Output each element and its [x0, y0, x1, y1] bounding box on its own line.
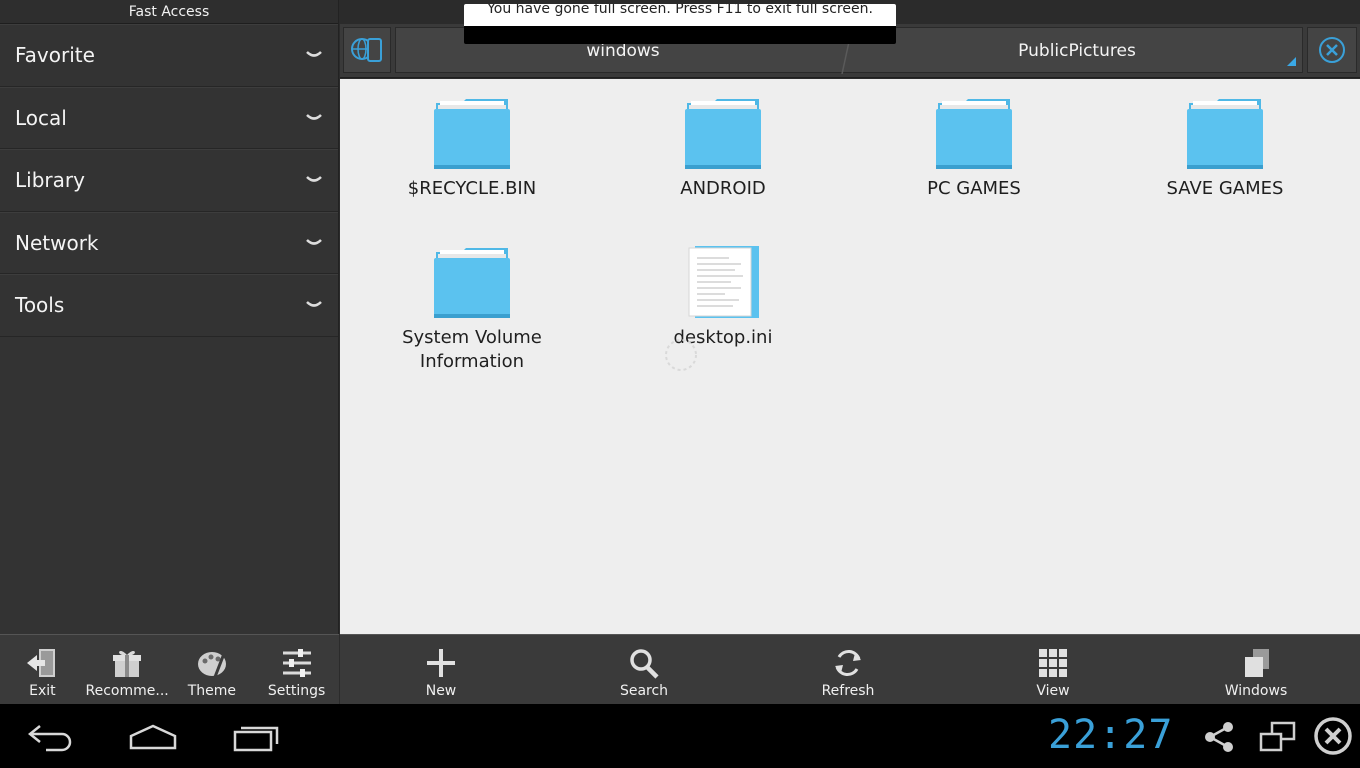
- toolbar-label: View: [1036, 683, 1070, 699]
- fullscreen-notice-text: You have gone full screen. Press F11 to …: [464, 4, 896, 26]
- folder-icon: [434, 248, 510, 318]
- windows-button[interactable]: Windows: [1196, 635, 1316, 705]
- theme-icon: [197, 650, 227, 678]
- document-icon: [688, 246, 759, 318]
- close-tab-button[interactable]: [1307, 27, 1357, 73]
- exit-button[interactable]: Exit: [0, 635, 85, 705]
- sidebar-section-favorite[interactable]: Favorite: [0, 24, 338, 87]
- file-item-save-games[interactable]: SAVE GAMES: [1125, 95, 1325, 201]
- file-name: $RECYCLE.BIN: [407, 178, 537, 199]
- file-name: PC GAMES: [927, 178, 1021, 199]
- file-item-recycle-bin[interactable]: $RECYCLE.BIN: [372, 95, 572, 201]
- refresh-icon: [835, 650, 861, 676]
- sidebar-section-label: Library: [15, 168, 85, 193]
- fullscreen-notice: You have gone full screen. Press F11 to …: [464, 4, 896, 44]
- sidebar-section-library[interactable]: Library: [0, 149, 338, 212]
- close-circle-icon[interactable]: [1313, 716, 1353, 756]
- toolbar-label: Recomme...: [85, 683, 169, 699]
- folder-icon: [434, 99, 510, 169]
- gift-icon: [113, 650, 142, 677]
- file-name: System Volume Information: [402, 327, 542, 372]
- close-circle-icon: [1319, 37, 1345, 63]
- fast-access-sidebar: Fast Access Favorite Local Library Netwo…: [0, 0, 339, 634]
- sidebar-section-label: Favorite: [15, 43, 95, 68]
- chevron-down-icon: [306, 113, 322, 120]
- new-button[interactable]: New: [381, 635, 501, 705]
- folder-icon: [1187, 99, 1263, 169]
- settings-button[interactable]: Settings: [254, 635, 339, 705]
- toolbar-label: New: [425, 683, 457, 699]
- search-button[interactable]: Search: [584, 635, 704, 705]
- folder-icon: [685, 99, 761, 169]
- grid-icon: [1039, 649, 1067, 677]
- file-grid: $RECYCLE.BIN ANDROID PC GAMES SAVE GAMES…: [340, 79, 1360, 634]
- chevron-down-icon: [306, 51, 322, 57]
- theme-button[interactable]: Theme: [170, 635, 255, 705]
- recent-apps-icon[interactable]: [232, 724, 280, 752]
- chevron-down-icon: [306, 176, 322, 182]
- toolbar-label: Exit: [29, 683, 56, 699]
- network-toggle-button[interactable]: [343, 27, 391, 73]
- screen-resize-icon[interactable]: [1258, 720, 1298, 754]
- windows-stack-icon: [1245, 649, 1269, 677]
- dropdown-corner-icon[interactable]: [1287, 57, 1296, 66]
- sidebar-section-tools[interactable]: Tools: [0, 274, 338, 337]
- sidebar-section-label: Local: [15, 105, 67, 130]
- recommend-button[interactable]: Recomme...: [85, 635, 170, 705]
- toolbar-label: Windows: [1224, 683, 1288, 699]
- file-name: SAVE GAMES: [1166, 178, 1284, 199]
- chevron-down-icon: [306, 301, 322, 307]
- sidebar-section-label: Tools: [15, 293, 65, 318]
- sidebar-section-label: Network: [15, 230, 99, 255]
- search-icon: [630, 649, 659, 679]
- system-clock: 22:27: [1048, 712, 1174, 758]
- exit-icon: [27, 649, 56, 677]
- file-item-android[interactable]: ANDROID: [623, 95, 823, 201]
- system-navigation-bar: 22:27: [0, 704, 1360, 768]
- file-name: ANDROID: [680, 178, 766, 199]
- sidebar-section-network[interactable]: Network: [0, 211, 338, 274]
- home-icon[interactable]: [128, 722, 178, 752]
- file-item-pc-games[interactable]: PC GAMES: [874, 95, 1074, 201]
- chevron-down-icon: [306, 238, 322, 245]
- sidebar-toolbar: Exit Recomme... Theme Settings: [0, 634, 339, 704]
- file-item-system-volume-information[interactable]: System Volume Information: [372, 244, 572, 374]
- toolbar-label: Settings: [267, 683, 326, 699]
- toolbar-label: Search: [619, 683, 669, 699]
- sidebar-section-local[interactable]: Local: [0, 86, 338, 149]
- refresh-button[interactable]: Refresh: [788, 635, 908, 705]
- loading-spinner-icon: [665, 339, 697, 371]
- path-tab-publicpictures[interactable]: PublicPictures: [850, 28, 1304, 74]
- plus-icon: [427, 649, 455, 677]
- file-item-desktop-ini[interactable]: desktop.ini: [623, 244, 823, 350]
- main-toolbar: New Search Refresh View Windows: [340, 634, 1360, 704]
- view-button[interactable]: View: [993, 635, 1113, 705]
- settings-icon: [282, 649, 311, 677]
- toolbar-label: Refresh: [821, 683, 875, 699]
- sidebar-title: Fast Access: [0, 0, 338, 24]
- share-icon[interactable]: [1202, 720, 1236, 754]
- back-icon[interactable]: [26, 722, 74, 752]
- folder-icon: [936, 99, 1012, 169]
- globe-device-icon: [351, 38, 382, 62]
- toolbar-label: Theme: [187, 683, 237, 699]
